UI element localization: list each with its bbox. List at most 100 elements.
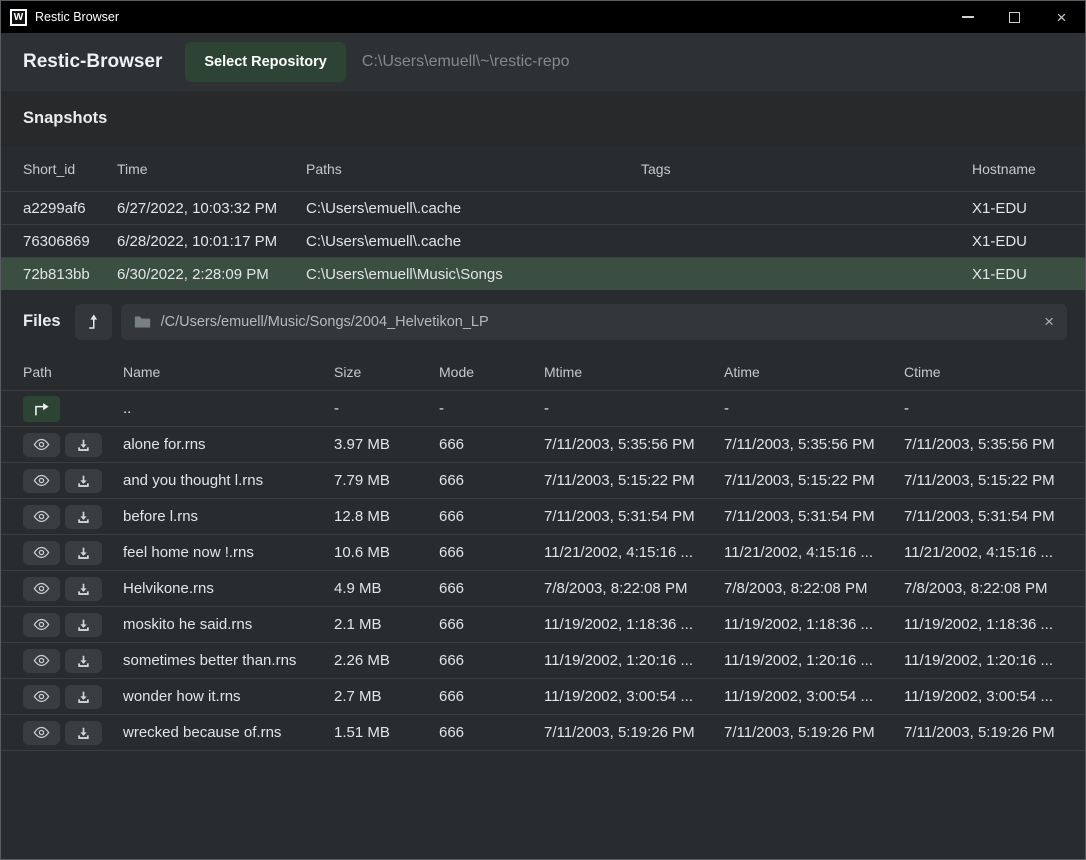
file-row-actions (23, 577, 123, 601)
file-cell-atime: 11/19/2002, 1:20:16 ... (724, 652, 904, 669)
empty-area (1, 751, 1085, 859)
restore-file-button[interactable] (65, 541, 102, 565)
files-table: Path Name Size Mode Mtime Atime Ctime ..… (1, 353, 1085, 751)
eye-icon (33, 654, 50, 667)
files-rows: ..-----alone for.rns3.97 MB6667/11/2003,… (1, 390, 1085, 751)
file-cell-size: - (334, 400, 439, 417)
file-cell-name: sometimes better than.rns (123, 652, 334, 669)
file-row-actions (23, 469, 123, 493)
file-cell-atime: 7/8/2003, 8:22:08 PM (724, 580, 904, 597)
snapshot-cell-time: 6/27/2022, 10:03:32 PM (117, 200, 306, 217)
file-cell-ctime: 7/11/2003, 5:31:54 PM (904, 508, 1063, 525)
preview-file-button[interactable] (23, 685, 60, 709)
parent-directory-row[interactable]: ..----- (1, 390, 1085, 426)
repository-path: C:\Users\emuell\~\restic-repo (362, 53, 570, 71)
close-icon: × (1057, 9, 1067, 26)
eye-icon (33, 726, 50, 739)
snapshot-row[interactable]: a2299af66/27/2022, 10:03:32 PMC:\Users\e… (1, 191, 1085, 224)
app-header: Restic-Browser Select Repository C:\User… (1, 33, 1085, 91)
restore-file-button[interactable] (65, 505, 102, 529)
file-cell-mode: 666 (439, 652, 544, 669)
snapshot-row[interactable]: 763068696/28/2022, 10:01:17 PMC:\Users\e… (1, 224, 1085, 257)
file-cell-mtime: 11/19/2002, 1:18:36 ... (544, 616, 724, 633)
preview-file-button[interactable] (23, 469, 60, 493)
file-cell-mode: 666 (439, 508, 544, 525)
file-cell-ctime: 7/11/2003, 5:15:22 PM (904, 472, 1063, 489)
column-header-tags: Tags (641, 161, 972, 177)
preview-file-button[interactable] (23, 721, 60, 745)
download-icon (76, 438, 91, 452)
file-row[interactable]: feel home now !.rns10.6 MB66611/21/2002,… (1, 534, 1085, 570)
restore-file-button[interactable] (65, 649, 102, 673)
minimize-button[interactable] (944, 1, 991, 33)
snapshots-table: Short_id Time Paths Tags Hostname a2299a… (1, 146, 1085, 290)
file-row[interactable]: and you thought l.rns7.79 MB6667/11/2003… (1, 462, 1085, 498)
column-header-time: Time (117, 161, 306, 177)
restore-file-button[interactable] (65, 721, 102, 745)
download-icon (76, 582, 91, 596)
file-cell-name: .. (123, 400, 334, 417)
preview-file-button[interactable] (23, 433, 60, 457)
restore-file-button[interactable] (65, 469, 102, 493)
preview-file-button[interactable] (23, 541, 60, 565)
level-up-icon (84, 313, 102, 331)
restore-file-button[interactable] (65, 577, 102, 601)
file-cell-name: alone for.rns (123, 436, 334, 453)
column-header-ctime: Ctime (904, 364, 1063, 380)
file-cell-name: before l.rns (123, 508, 334, 525)
level-up-right-icon (32, 401, 51, 417)
snapshots-section-header: Snapshots (1, 91, 1085, 146)
file-cell-mode: 666 (439, 724, 544, 741)
preview-file-button[interactable] (23, 613, 60, 637)
maximize-button[interactable] (991, 1, 1038, 33)
clear-path-icon[interactable]: × (1034, 313, 1054, 330)
download-icon (76, 654, 91, 668)
file-row[interactable]: alone for.rns3.97 MB6667/11/2003, 5:35:5… (1, 426, 1085, 462)
file-row[interactable]: moskito he said.rns2.1 MB66611/19/2002, … (1, 606, 1085, 642)
select-repository-button[interactable]: Select Repository (185, 42, 346, 82)
file-row[interactable]: Helvikone.rns4.9 MB6667/8/2003, 8:22:08 … (1, 570, 1085, 606)
snapshot-cell-short-id: a2299af6 (23, 200, 117, 217)
snapshots-heading: Snapshots (23, 109, 107, 128)
file-row[interactable]: sometimes better than.rns2.26 MB66611/19… (1, 642, 1085, 678)
snapshots-table-header: Short_id Time Paths Tags Hostname (1, 146, 1085, 191)
download-icon (76, 546, 91, 560)
preview-file-button[interactable] (23, 505, 60, 529)
restore-file-button[interactable] (65, 613, 102, 637)
go-to-parent-button[interactable] (23, 396, 60, 422)
path-input[interactable]: /C/Users/emuell/Music/Songs/2004_Helveti… (121, 304, 1067, 340)
file-cell-ctime: 11/19/2002, 1:18:36 ... (904, 616, 1063, 633)
folder-icon (134, 315, 151, 329)
file-cell-mtime: 11/21/2002, 4:15:16 ... (544, 544, 724, 561)
preview-file-button[interactable] (23, 577, 60, 601)
file-row[interactable]: before l.rns12.8 MB6667/11/2003, 5:31:54… (1, 498, 1085, 534)
file-row[interactable]: wrecked because of.rns1.51 MB6667/11/200… (1, 714, 1085, 750)
download-icon (76, 474, 91, 488)
column-header-path: Path (23, 364, 123, 380)
file-row-actions (23, 541, 123, 565)
eye-icon (33, 690, 50, 703)
file-row-actions (23, 649, 123, 673)
snapshot-cell-hostname: X1-EDU (972, 266, 1063, 283)
column-header-name: Name (123, 364, 334, 380)
snapshot-cell-paths: C:\Users\emuell\.cache (306, 233, 641, 250)
files-toolbar: Files /C/Users/emuell/Music/Songs/2004_H… (1, 290, 1085, 353)
file-cell-size: 3.97 MB (334, 436, 439, 453)
snapshot-cell-hostname: X1-EDU (972, 233, 1063, 250)
restore-file-button[interactable] (65, 685, 102, 709)
file-cell-mtime: 7/8/2003, 8:22:08 PM (544, 580, 724, 597)
restore-file-button[interactable] (65, 433, 102, 457)
file-cell-atime: 11/19/2002, 1:18:36 ... (724, 616, 904, 633)
eye-icon (33, 438, 50, 451)
file-cell-mode: 666 (439, 616, 544, 633)
level-up-button[interactable] (75, 304, 112, 340)
column-header-atime: Atime (724, 364, 904, 380)
file-cell-mtime: 11/19/2002, 1:20:16 ... (544, 652, 724, 669)
titlebar: W Restic Browser × (1, 1, 1085, 33)
file-cell-mtime: 7/11/2003, 5:15:22 PM (544, 472, 724, 489)
file-row[interactable]: wonder how it.rns2.7 MB66611/19/2002, 3:… (1, 678, 1085, 714)
snapshot-row[interactable]: 72b813bb6/30/2022, 2:28:09 PMC:\Users\em… (1, 257, 1085, 290)
preview-file-button[interactable] (23, 649, 60, 673)
download-icon (76, 726, 91, 740)
close-button[interactable]: × (1038, 1, 1085, 33)
